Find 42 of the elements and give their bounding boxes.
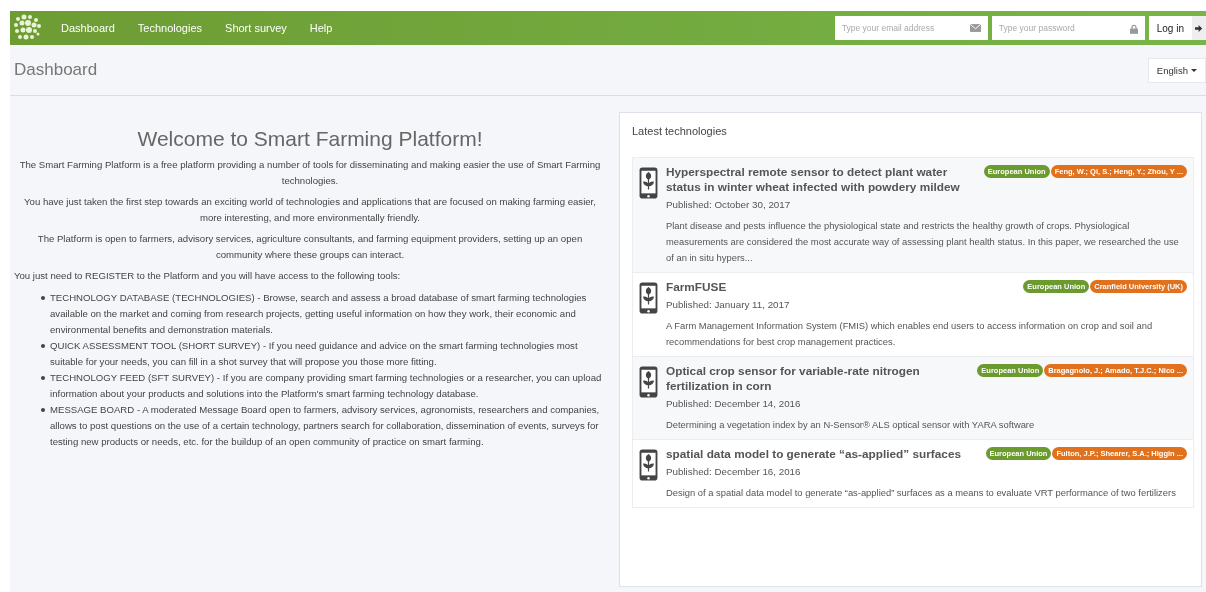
language-dropdown[interactable]: English xyxy=(1147,57,1206,83)
technology-title[interactable]: spatial data model to generate “as-applied” surfaces xyxy=(666,447,982,462)
panel-title: Latest technologies xyxy=(632,125,728,137)
email-field[interactable]: Type your email address xyxy=(834,16,988,40)
published-date: Published: January 11, 2017 xyxy=(666,299,791,310)
technology-item[interactable] xyxy=(633,158,1193,272)
lock-icon xyxy=(1129,24,1138,34)
tool-description: TECHNOLOGY DATABASE (TECHNOLOGIES) - Browse, search and assess a broad database of smart farming technologies available on the market and coming from research projects, getting useful information on how they work, their economic and environmental benefits and demonstration materials. xyxy=(50,291,588,337)
technology-description: A Farm Management Information System (FMIS) which enables end users to access information on crop and soil and recommendations for best crop management practices. xyxy=(666,319,1154,349)
technology-item[interactable] xyxy=(633,356,1193,439)
published-date: Published: December 16, 2016 xyxy=(666,466,802,477)
bullet-icon xyxy=(41,408,45,412)
welcome-paragraph: The Platform is open to farmers, advisory services, agriculture consultants, and farming equipment providers, setting up an open community where these groups can interact. xyxy=(36,232,584,262)
phone-plant-icon xyxy=(639,449,658,481)
technology-title[interactable]: Hyperspectral remote sensor to detect plant water status in winter wheat infected with powdery mildew xyxy=(666,165,980,195)
sign-in-button[interactable] xyxy=(1192,16,1206,40)
phone-plant-icon xyxy=(639,167,658,199)
sign-in-icon xyxy=(1195,23,1204,33)
welcome-heading: Welcome to Smart Farming Platform! xyxy=(136,126,484,152)
bullet-icon xyxy=(41,376,45,380)
technology-description: Plant disease and pests influence the physiological state and restricts the healthy growth of crops. Physiological measurements are considered the most accurate way of assessing plant health status. In this paper, we researched the use of an in situ hypers... xyxy=(666,219,1180,265)
intro-text: You just need to REGISTER to the Platform and you will have access to the following tools: xyxy=(14,269,402,283)
tool-description: MESSAGE BOARD - A moderated Message Board open to farmers, advisory services, agronomists, researchers and companies, allows to post questions on the use of a certain technology, partners search for collaboration, dissemination of events, surveys for testing new products or needs, etc. for the buildup of an open community of practice on smart farming. xyxy=(50,403,601,449)
published-date: Published: December 14, 2016 xyxy=(666,398,802,409)
page-title: Dashboard xyxy=(14,60,99,80)
published-date: Published: October 30, 2017 xyxy=(666,199,792,210)
welcome-paragraph: The Smart Farming Platform is a free platform providing a number of tools for disseminating and making easier the use of Smart Farming technologies. xyxy=(18,158,602,188)
password-field[interactable]: Type your password xyxy=(991,16,1145,40)
bullet-icon xyxy=(41,344,45,348)
technology-title[interactable]: Optical crop sensor for variable-rate nitrogen fertilization in corn xyxy=(666,364,974,394)
technology-title[interactable]: FarmFUSE xyxy=(666,280,1020,295)
envelope-icon xyxy=(969,24,981,32)
technology-description: Determining a vegetation index by an N-Sensor® ALS optical sensor with YARA software xyxy=(666,418,1036,432)
technology-description: Design of a spatial data model to generate “as-applied” surfaces as a means to evaluate VRT performance of two fertilizers xyxy=(666,486,1177,500)
caret-icon xyxy=(1191,68,1197,72)
welcome-paragraph: You have just taken the first step towards an exciting world of technologies and applications that are focused on making farming easier, more interesting, and more environmentally friendly. xyxy=(23,195,597,225)
phone-plant-icon xyxy=(639,366,658,398)
phone-plant-icon xyxy=(639,282,658,314)
login-button[interactable]: Log in xyxy=(1148,16,1192,40)
tool-description: QUICK ASSESSMENT TOOL (SHORT SURVEY) - If you need guidance and advice on the smart farming technologies most suitable for your needs, you can fill in a shot survey that will propose you those more fitting. xyxy=(50,339,579,369)
bullet-icon xyxy=(41,296,45,300)
tool-description: TECHNOLOGY FEED (SFT SURVEY) - If you are company providing smart farming technologies or a researcher, you can upload information about your products and solutions into the Platform's smart farming technology database. xyxy=(50,371,603,401)
